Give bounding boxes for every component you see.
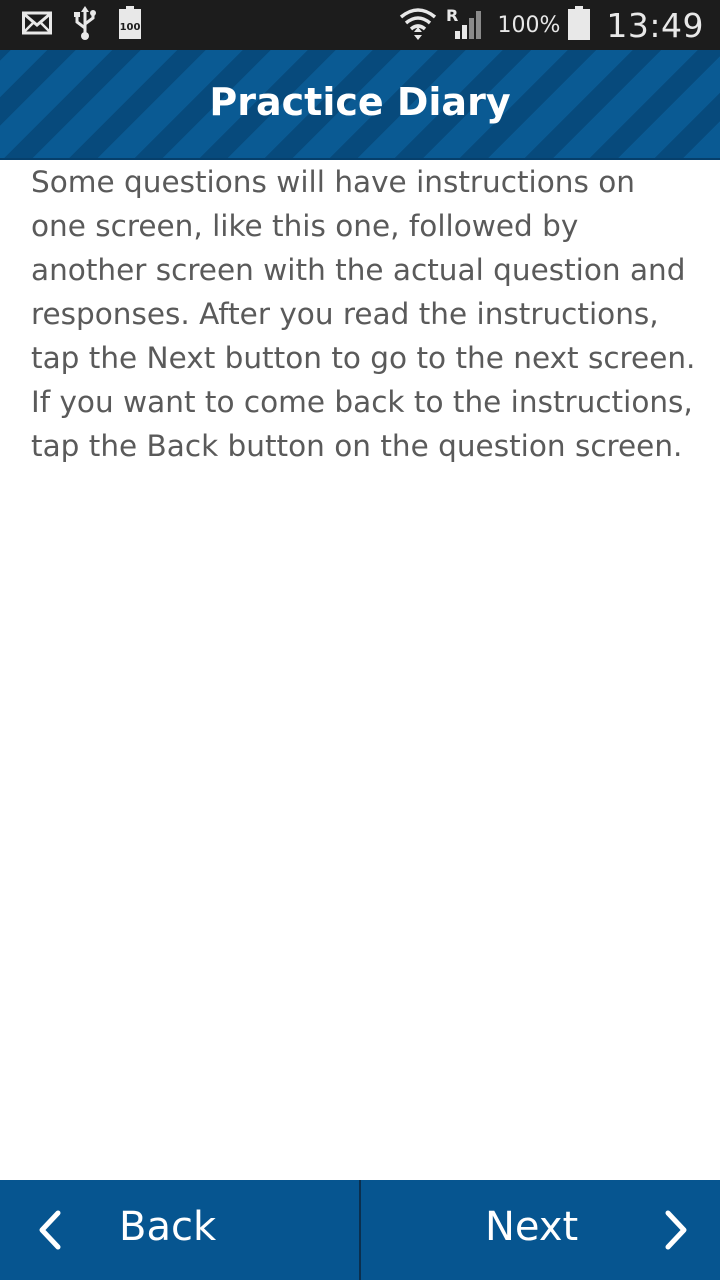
back-button[interactable]: Back — [0, 1180, 361, 1280]
bottom-nav: Back Next — [0, 1180, 720, 1280]
status-bar: 100 R 100% 13:49 — [0, 0, 720, 50]
battery-icon — [568, 5, 591, 45]
mail-icon — [22, 11, 52, 40]
roaming-label: R — [446, 6, 458, 25]
signal-icon: R — [445, 5, 483, 46]
clock: 13:49 — [606, 5, 704, 45]
next-button-label: Next — [485, 1204, 579, 1250]
battery-100-icon: 100 — [118, 5, 142, 45]
notification-icons: 100 — [22, 5, 142, 45]
chevron-left-icon — [36, 1210, 62, 1255]
battery-badge-text: 100 — [120, 22, 141, 33]
app-header: Practice Diary — [0, 50, 720, 160]
page-title: Practice Diary — [209, 80, 511, 124]
instruction-content: Some questions will have instructions on… — [31, 160, 697, 468]
instruction-text: Some questions will have instructions on… — [31, 165, 696, 463]
back-button-label: Back — [119, 1204, 217, 1250]
usb-icon — [74, 5, 96, 45]
wifi-icon — [399, 5, 437, 46]
system-icons: R 100% 13:49 — [399, 4, 704, 46]
chevron-right-icon — [664, 1210, 690, 1255]
battery-percent: 100% — [497, 12, 561, 38]
next-button[interactable]: Next — [361, 1180, 720, 1280]
